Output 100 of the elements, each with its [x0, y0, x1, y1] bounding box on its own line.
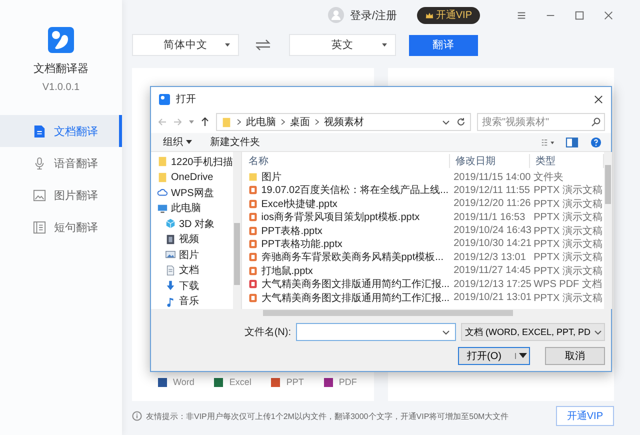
file-type-select[interactable]: 文档 (WORD, EXCEL, PPT, PD [461, 323, 605, 341]
file-name: 奔驰商务车背景欧美商务风精美ppt模板... [261, 250, 444, 264]
file-name: 19.07.02百度关信松：将在全线产品上线... [261, 184, 449, 198]
nav-item[interactable]: WPS网盘 [151, 185, 234, 200]
document-icon [165, 264, 176, 276]
caret-icon [186, 140, 192, 144]
caret-icon[interactable] [189, 120, 194, 124]
new-folder-button[interactable]: 新建文件夹 [206, 135, 264, 149]
nav-item[interactable]: 音乐 [151, 294, 234, 309]
file-type: PPTX 演示文稿 [532, 198, 604, 211]
file-date: 2019/10/21 13:01 [452, 292, 530, 304]
sidebar-item[interactable]: 文档翻译 [0, 115, 122, 147]
refresh-icon[interactable] [456, 117, 466, 127]
nav-item[interactable]: 图片 [151, 247, 234, 262]
file-date: 2019/12/20 11:26 [452, 198, 530, 210]
app-icon [159, 94, 170, 104]
help-icon[interactable] [589, 136, 603, 148]
open-button[interactable]: 打开(O) [458, 347, 530, 365]
file-row[interactable]: 19.07.02百度关信松：将在全线产品上线... 2019/12/11 11:55 PPTX 演示文稿 [242, 183, 604, 197]
crown-icon [424, 10, 434, 20]
format-label: Word [173, 377, 194, 387]
computer-icon [157, 202, 168, 214]
filename-field[interactable] [296, 323, 456, 341]
nav-item[interactable]: 下载 [151, 278, 234, 294]
folder-icon [157, 172, 168, 183]
caret-icon [382, 43, 387, 47]
scrollbar[interactable] [151, 309, 611, 317]
caret-icon [225, 43, 230, 47]
search-icon [591, 117, 601, 127]
folder-icon [221, 116, 232, 128]
folder-icon [157, 156, 168, 168]
file-date: 2019/11/15 14:00 [452, 172, 530, 182]
file-date: 2019/11/1 16:53 [452, 212, 526, 223]
file-row[interactable]: Excel快捷键.pptx 2019/12/20 11:26 PPTX 演示文稿 [242, 196, 604, 210]
nav-item[interactable]: 3D 对象 [151, 216, 234, 232]
nav-item[interactable]: 文档 [151, 262, 234, 278]
presentation-file-icon [248, 185, 258, 196]
file-type: PPTX 演示文稿 [532, 238, 604, 251]
app-name: 文档翻译器 [34, 62, 88, 76]
target-language-select[interactable]: 英文 [289, 34, 396, 56]
source-language-select[interactable]: 简体中文 [132, 34, 239, 56]
document-icon [33, 124, 46, 138]
file-row[interactable]: PPT表格.pptx 2019/10/24 16:43 PPTX 演示文稿 [242, 224, 604, 237]
down-arrow-icon [165, 280, 176, 292]
nav-item[interactable]: 此电脑 [151, 200, 234, 216]
close-icon[interactable] [594, 94, 603, 104]
file-type: PPTX 演示文稿 [532, 250, 604, 264]
menu-icon[interactable] [516, 10, 527, 20]
up-arrow-icon[interactable] [200, 117, 210, 127]
image-icon [165, 249, 176, 260]
pdf-file-icon [248, 279, 258, 290]
cancel-button[interactable]: 取消 [545, 347, 605, 365]
chevron-icon [237, 119, 241, 125]
file-row[interactable]: PPT表格功能.pptx 2019/10/30 14:21 PPTX 演示文稿 [242, 236, 604, 250]
breadcrumb-item[interactable]: 视频素材 [324, 115, 364, 129]
search-field[interactable]: 搜索"视频素材" [477, 113, 605, 131]
file-row[interactable]: ios商务背景风项目策划ppt模板.pptx 2019/11/1 16:53 PPTX 演示文稿 [242, 210, 604, 224]
breadcrumb-item[interactable]: 桌面 [290, 115, 310, 129]
swap-icon[interactable] [254, 39, 272, 51]
sidebar-item[interactable]: 短句翻译 [0, 211, 122, 243]
nav-item[interactable]: 视频 [151, 232, 234, 247]
file-name: PPT表格.pptx [261, 224, 322, 238]
breadcrumb-item[interactable]: 此电脑 [246, 115, 276, 129]
maximize-icon[interactable] [574, 10, 585, 20]
view-options-icon[interactable] [541, 136, 555, 148]
nav-item[interactable]: OneDrive [151, 170, 234, 185]
login-link[interactable]: 登录/注册 [348, 8, 399, 22]
translate-button[interactable]: 翻译 [409, 34, 478, 56]
column-header[interactable]: 名称 [242, 154, 450, 168]
address-bar[interactable]: 此电脑 桌面 视频素材 [216, 113, 471, 131]
file-name: ios商务背景风项目策划ppt模板.pptx [261, 210, 420, 224]
presentation-file-icon [248, 226, 258, 236]
file-row[interactable]: 大气精美商务图文排版通用简约工作汇报... 2019/10/21 13:01 PPTX 演示文稿 [242, 290, 604, 304]
chevron-icon [315, 119, 319, 125]
film-icon [165, 234, 176, 245]
organize-menu[interactable]: 组织 [159, 135, 196, 149]
music-note-icon [165, 296, 176, 307]
column-header[interactable]: 修改日期 [450, 154, 530, 168]
file-row[interactable]: 打地鼠.pptx 2019/11/27 14:45 PPTX 演示文稿 [242, 264, 604, 278]
file-row[interactable]: 大气精美商务图文排版通用简约工作汇报... 2019/12/13 17:25 WPS PDF 文档 [242, 277, 604, 291]
cube-icon [165, 218, 176, 230]
scrollbar[interactable] [233, 152, 242, 309]
preview-pane-icon[interactable] [565, 136, 579, 148]
dialog-title: 打开 [176, 92, 196, 106]
sidebar-item[interactable]: 语音翻译 [0, 147, 122, 179]
vip-button[interactable]: 开通VIP [416, 6, 480, 24]
nav-item[interactable]: 1220手机扫描 [151, 154, 234, 170]
file-row[interactable]: 奔驰商务车背景欧美商务风精美ppt模板... 2019/12/3 13:01 PPTX 演示文稿 [242, 250, 604, 264]
file-row[interactable]: 图片 2019/11/15 14:00 文件夹 [242, 170, 604, 184]
scrollbar[interactable] [604, 152, 612, 309]
file-date: 2019/12/11 11:55 [452, 184, 530, 196]
file-date: 2019/11/27 14:45 [452, 265, 530, 276]
filename-label: 文件名(N): [244, 326, 291, 339]
file-type: PPTX 演示文稿 [532, 264, 604, 278]
caret-icon [515, 353, 527, 359]
presentation-file-icon [248, 198, 258, 209]
vip-button[interactable]: 开通VIP [556, 406, 614, 426]
version-label: V1.0.0.1 [42, 82, 80, 93]
presentation-file-icon [248, 266, 258, 276]
sidebar-item[interactable]: 图片翻译 [0, 179, 122, 211]
